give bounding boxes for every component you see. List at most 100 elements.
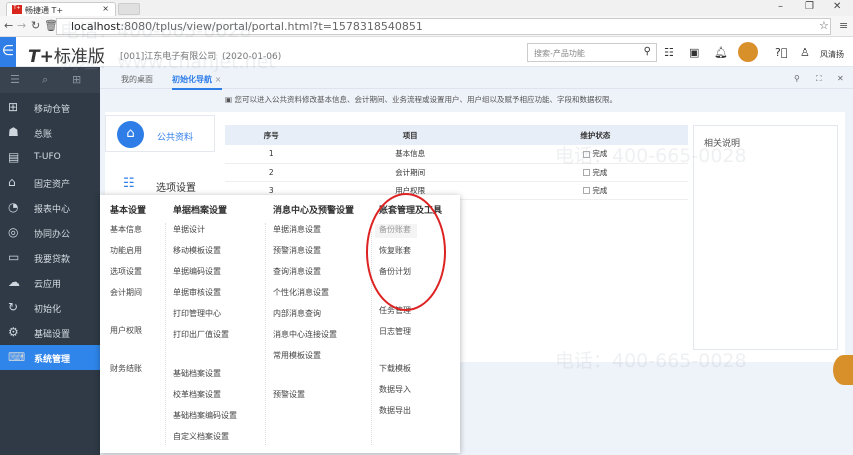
back-icon[interactable]: ← bbox=[4, 19, 13, 32]
done-checkbox[interactable] bbox=[583, 150, 591, 158]
sidebar-item[interactable]: ⊞ 移动仓管 bbox=[0, 95, 100, 120]
search-doc-icon[interactable]: ⌕ bbox=[42, 73, 48, 87]
minimize-icon[interactable]: – bbox=[778, 1, 783, 12]
sidebar-item[interactable]: ▤ T-UFO bbox=[0, 145, 100, 170]
username[interactable]: 风清扬 bbox=[820, 49, 844, 60]
menu-item[interactable]: 打印出厂值设置 bbox=[173, 329, 229, 340]
logo: T+标准版 bbox=[28, 47, 105, 67]
menu-item[interactable]: 预警消息设置 bbox=[273, 245, 321, 256]
sidebar-item[interactable]: ⌨ 系统管理 bbox=[0, 345, 100, 370]
tab-init-nav[interactable]: 初始化导航 × bbox=[172, 74, 222, 90]
sidebar-item[interactable]: ◔ 报表中心 bbox=[0, 195, 100, 220]
menu-item[interactable]: 预警设置 bbox=[273, 389, 305, 400]
sidebar-item-label: 基础设置 bbox=[34, 330, 71, 340]
menu-item[interactable]: 单据审核设置 bbox=[173, 287, 221, 298]
menu-item[interactable]: 数据导出 bbox=[379, 405, 411, 416]
menu-item[interactable]: 移动模板设置 bbox=[173, 245, 221, 256]
col-status: 维护状态 bbox=[502, 125, 688, 145]
menu-item[interactable]: 常用模板设置 bbox=[273, 350, 321, 361]
menu-divider bbox=[165, 223, 166, 445]
mascot-helper-icon[interactable] bbox=[833, 355, 853, 385]
menu-icon[interactable]: ≡ bbox=[839, 19, 848, 32]
sidebar-item-label: 系统管理 bbox=[34, 355, 71, 365]
menu-item[interactable]: 校革档案设置 bbox=[173, 389, 221, 400]
new-tab-button[interactable] bbox=[118, 3, 140, 15]
sidebar-item-label: 我要贷款 bbox=[34, 255, 71, 265]
menu-item[interactable]: 单据设计 bbox=[173, 224, 205, 235]
menu-divider bbox=[265, 223, 266, 445]
close-tab-icon[interactable]: × bbox=[102, 4, 109, 13]
menu-item[interactable]: 单据消息设置 bbox=[273, 224, 321, 235]
sidebar-item[interactable]: ☗ 总账 bbox=[0, 120, 100, 145]
search-input[interactable]: 搜索-产品功能 ⚲ bbox=[527, 43, 657, 62]
help-icon[interactable]: ?⃝ bbox=[775, 46, 787, 59]
menu-item[interactable]: 基础档案编码设置 bbox=[173, 410, 237, 421]
sidebar: ☰ ⌕ ⊞ ⊞ 移动仓管 ☗ 总账 ▤ T-UFO ⌂ 固定资产 ◔ 报表中心 ◎ 协同办公 ▭ 我要贷款… bbox=[0, 67, 100, 455]
menu-item[interactable]: 个性化消息设置 bbox=[273, 287, 329, 298]
sidebar-item[interactable]: ↻ 初始化 bbox=[0, 295, 100, 320]
reload-icon[interactable]: ↻ bbox=[31, 19, 40, 32]
sidebar-item-label: 移动仓管 bbox=[34, 105, 71, 115]
menu-item[interactable]: 用户权限 bbox=[110, 325, 142, 336]
sidebar-item[interactable]: ◎ 协同办公 bbox=[0, 220, 100, 245]
menu-item[interactable]: 下载模板 bbox=[379, 363, 411, 374]
fullscreen-icon[interactable]: ⛶ bbox=[816, 74, 822, 84]
menu-item[interactable]: 查询消息设置 bbox=[273, 266, 321, 277]
edition: 标准版 bbox=[53, 47, 105, 67]
browser-tab[interactable]: T+ 畅捷通 T+ × bbox=[6, 2, 116, 16]
menu-item[interactable]: 会计期间 bbox=[110, 287, 142, 298]
user-icon[interactable]: ♙ bbox=[800, 46, 810, 59]
add-doc-icon[interactable]: ⊞ bbox=[72, 73, 81, 86]
monitor-code-icon: ⌨ bbox=[8, 350, 26, 364]
sidebar-item[interactable]: ☁ 云应用 bbox=[0, 270, 100, 295]
url-input[interactable]: localhost:8080/tplus/view/portal/portal.… bbox=[56, 18, 831, 35]
todo-icon[interactable]: ☷ bbox=[664, 46, 674, 59]
search-icon[interactable]: ⚲ bbox=[794, 74, 800, 83]
briefcase-icon: ⌂ bbox=[117, 121, 144, 148]
red-annotation-ellipse bbox=[366, 193, 446, 311]
mobile-warehouse-icon: ⊞ bbox=[8, 100, 19, 114]
row-no: 2 bbox=[225, 163, 318, 182]
menu-item[interactable]: 单据编码设置 bbox=[173, 266, 221, 277]
search-icon[interactable]: ⚲ bbox=[644, 46, 651, 57]
init-table: 序号 项目 维护状态 1 基本信息 完成 2 会计期间 完成 3 用户权限 完成 bbox=[225, 125, 688, 200]
mascot-icon[interactable] bbox=[738, 42, 758, 62]
sidebar-item-label: 报表中心 bbox=[34, 205, 71, 215]
forward-icon[interactable]: → bbox=[17, 19, 26, 32]
close-icon[interactable]: ✕ bbox=[837, 74, 844, 83]
menu-item[interactable]: 自定义档案设置 bbox=[173, 431, 229, 442]
bell-icon[interactable]: 🔔︎ bbox=[714, 46, 728, 59]
collapse-arrow-icon[interactable]: ∈ bbox=[0, 37, 16, 67]
sidebar-item[interactable]: ⌂ 固定资产 bbox=[0, 170, 100, 195]
menu-item[interactable]: 消息中心连接设置 bbox=[273, 329, 337, 340]
menu-item[interactable]: 内部消息查询 bbox=[273, 308, 321, 319]
done-checkbox[interactable] bbox=[583, 187, 591, 194]
menu-item[interactable]: 基本信息 bbox=[110, 224, 142, 235]
menu-column-title: 单据档案设置 bbox=[173, 206, 228, 216]
pie-chart-icon: ◔ bbox=[8, 200, 19, 214]
sidebar-item[interactable]: ⚙ 基础设置 bbox=[0, 320, 100, 345]
message-icon[interactable]: ▣ bbox=[689, 46, 699, 59]
menu-item[interactable]: 基础档案设置 bbox=[173, 368, 221, 379]
menu-item[interactable]: 选项设置 bbox=[110, 266, 142, 277]
sidebar-item[interactable]: ▭ 我要贷款 bbox=[0, 245, 100, 270]
row-no: 1 bbox=[225, 145, 318, 164]
done-checkbox[interactable] bbox=[583, 169, 591, 176]
row-item[interactable]: 基本信息 bbox=[317, 145, 503, 164]
menu-item[interactable]: 打印管理中心 bbox=[173, 308, 221, 319]
tab-my-desktop[interactable]: 我的桌面 bbox=[121, 74, 153, 85]
row-item[interactable]: 会计期间 bbox=[317, 163, 503, 182]
options-link[interactable]: 选项设置 bbox=[156, 179, 196, 194]
close-tab-icon: × bbox=[214, 75, 222, 84]
close-window-icon[interactable]: ✕ bbox=[833, 1, 841, 12]
menu-item[interactable]: 数据导入 bbox=[379, 384, 411, 395]
restore-icon[interactable]: ❐ bbox=[805, 1, 814, 12]
sidebar-item-label: 云应用 bbox=[34, 280, 62, 290]
sidebar-item-label: 固定资产 bbox=[34, 180, 71, 190]
bookmark-star-icon[interactable]: ☆ bbox=[819, 19, 829, 32]
menu-item[interactable]: 财务结账 bbox=[110, 363, 142, 374]
menu-item[interactable]: 功能启用 bbox=[110, 245, 142, 256]
hamburger-icon[interactable]: ☰ bbox=[10, 73, 20, 86]
menu-item[interactable]: 日志管理 bbox=[379, 326, 411, 337]
public-data-link[interactable]: 公共资料 bbox=[157, 130, 193, 143]
